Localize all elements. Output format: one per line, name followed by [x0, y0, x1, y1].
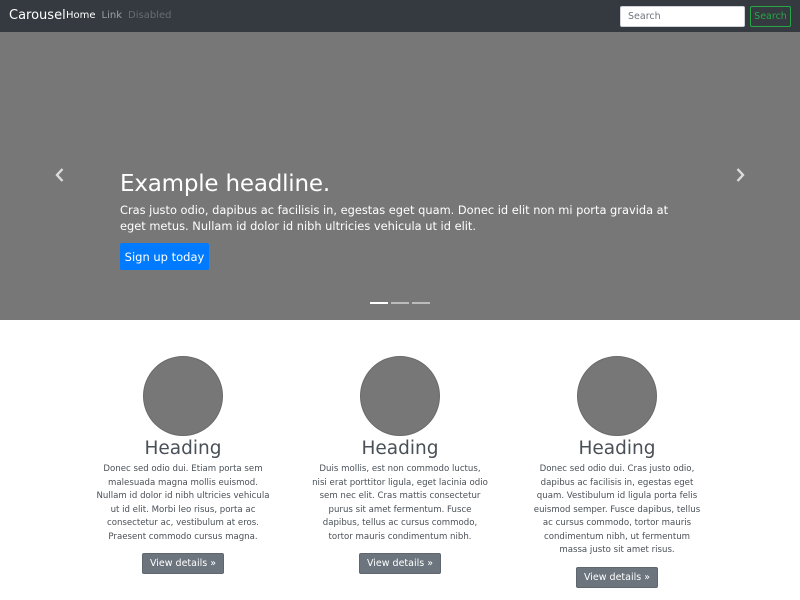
- carousel-caption: Example headline. Cras justo odio, dapib…: [120, 170, 680, 270]
- carousel-lead: Cras justo odio, dapibus ac facilisis in…: [120, 203, 669, 233]
- carousel-indicator-1[interactable]: [370, 302, 388, 304]
- carousel-indicator-2[interactable]: [391, 302, 409, 304]
- carousel-indicator-3[interactable]: [412, 302, 430, 304]
- column-text: Donec sed odio dui. Cras justo odio, dap…: [533, 464, 701, 555]
- view-details-button[interactable]: View details »: [575, 566, 659, 588]
- sign-up-button[interactable]: Sign up today: [120, 243, 209, 270]
- column-text: Duis mollis, est non commodo luctus, nis…: [312, 464, 488, 542]
- column-heading: Heading: [144, 438, 222, 459]
- marketing-column-1: Heading Donec sed odio dui. Etiam porta …: [93, 356, 273, 574]
- chevron-right-icon: [736, 168, 745, 182]
- nav-link-disabled: Disabled: [128, 10, 172, 21]
- carousel-indicators: [370, 302, 430, 304]
- column-heading: Heading: [578, 438, 656, 459]
- chevron-left-icon: [55, 168, 64, 182]
- carousel-next-button[interactable]: [720, 160, 760, 190]
- view-details-button[interactable]: View details »: [141, 553, 225, 574]
- search-button[interactable]: Search: [750, 6, 791, 27]
- view-details-button[interactable]: View details »: [358, 553, 442, 574]
- column-heading: Heading: [361, 438, 439, 459]
- navbar-brand[interactable]: Carousel: [9, 7, 66, 25]
- placeholder-image: [143, 356, 223, 436]
- nav-link-link[interactable]: Link: [102, 9, 122, 23]
- placeholder-image: [360, 356, 440, 436]
- nav-link-home[interactable]: Home: [66, 9, 96, 23]
- search-input[interactable]: [620, 6, 745, 27]
- carousel-headline: Example headline.: [120, 171, 330, 197]
- navbar: Carousel Home Link Disabled Search: [0, 0, 800, 32]
- carousel: Example headline. Cras justo odio, dapib…: [0, 32, 800, 320]
- placeholder-image: [577, 356, 657, 436]
- column-text: Donec sed odio dui. Etiam porta sem male…: [96, 464, 270, 542]
- marketing-column-2: Heading Duis mollis, est non commodo luc…: [310, 356, 490, 574]
- carousel-prev-button[interactable]: [40, 160, 80, 190]
- nav-links: Home Link Disabled: [66, 9, 177, 23]
- marketing-column-3: Heading Donec sed odio dui. Cras justo o…: [527, 356, 707, 588]
